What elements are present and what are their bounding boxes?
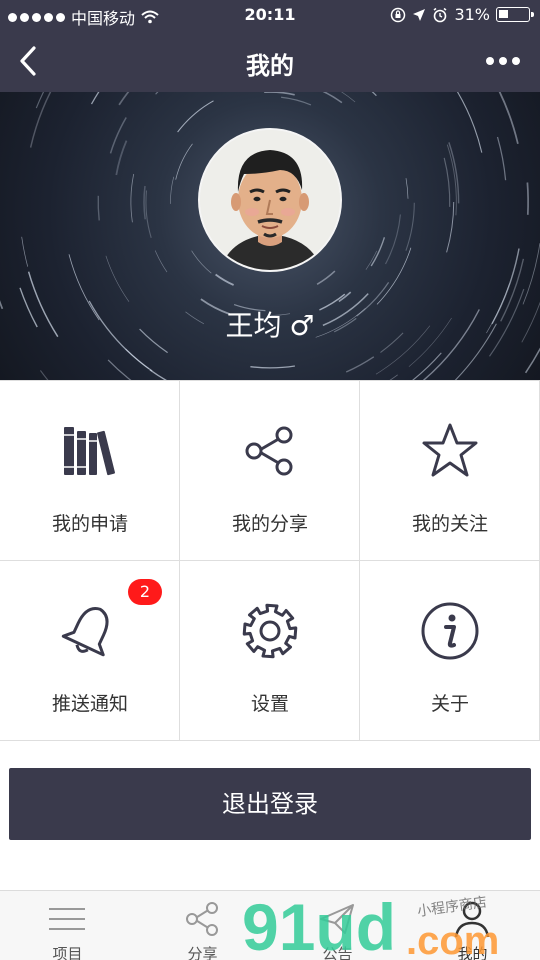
gear-hub — [259, 620, 281, 642]
star-trail — [0, 300, 4, 310]
battery-icon — [496, 7, 534, 22]
star-trail — [90, 92, 100, 105]
star-trail — [175, 143, 193, 180]
star-trail — [371, 92, 377, 97]
star-trail — [370, 237, 386, 267]
star-trail — [405, 178, 409, 199]
status-bar: 中国移动 20:11 31% — [0, 0, 540, 30]
top-bar: 中国移动 20:11 31% 我的 — [0, 0, 540, 92]
page-title: 我的 — [246, 52, 294, 80]
star-trail — [522, 243, 540, 305]
menu-item-my-follows[interactable]: 我的关注 — [360, 381, 540, 561]
star-trail — [39, 370, 49, 380]
star-trail — [443, 157, 451, 207]
star-trail — [250, 365, 295, 369]
books-icon — [64, 427, 115, 476]
menu-item-push-notifications[interactable]: 2 推送通知 — [0, 561, 180, 741]
star-trail — [316, 270, 336, 285]
star-trail — [376, 247, 412, 305]
star-trail — [21, 236, 29, 267]
more-button[interactable] — [486, 54, 522, 68]
status-right: 31% — [390, 5, 534, 24]
star-trail — [191, 250, 212, 274]
star-trail — [341, 92, 356, 103]
star-trail — [456, 92, 483, 153]
share-icon — [245, 426, 293, 476]
star-trail — [107, 359, 132, 380]
paper-plane-icon — [320, 904, 354, 934]
bell-icon — [61, 607, 109, 657]
star-trail — [149, 369, 167, 380]
tab-me[interactable]: 我的 — [405, 891, 540, 960]
star-trail — [215, 273, 234, 286]
star-trail — [155, 92, 159, 95]
star-trail — [384, 214, 401, 265]
menu-item-about[interactable]: 关于 — [360, 561, 540, 741]
menu-item-label: 设置 — [250, 693, 289, 715]
tab-label: 公告 — [322, 945, 353, 960]
avatar[interactable] — [198, 128, 342, 272]
more-dots-icon — [486, 57, 494, 65]
logout-button[interactable]: 退出登录 — [9, 768, 531, 840]
menu-item-label: 推送通知 — [51, 693, 128, 715]
share-icon — [186, 902, 218, 936]
tab-projects[interactable]: 项目 — [0, 891, 135, 960]
star-trail — [29, 92, 52, 148]
menu-lines-icon — [49, 908, 85, 930]
star-icon — [422, 423, 478, 477]
menu-item-label: 关于 — [430, 693, 469, 715]
battery-percent: 31% — [454, 5, 490, 24]
menu-item-label: 我的申请 — [51, 513, 128, 535]
profile-name: 王均 — [225, 309, 282, 342]
star-trail — [118, 92, 130, 106]
tab-label: 分享 — [187, 945, 218, 960]
star-trail — [170, 176, 174, 204]
profile-name-row: 王均 ♂ — [0, 304, 540, 344]
star-trail — [498, 92, 519, 145]
star-trail — [177, 100, 214, 133]
star-trail — [524, 347, 540, 374]
menu-item-label: 我的关注 — [411, 513, 488, 535]
profile-header: 王均 ♂ — [0, 92, 540, 380]
location-arrow-icon — [413, 8, 426, 21]
star-trail — [105, 255, 130, 302]
star-trail — [405, 202, 415, 251]
star-trail — [115, 140, 128, 176]
tab-bar: 项目 分享 公告 我的 — [0, 890, 540, 960]
star-trail — [526, 182, 529, 215]
star-trail — [345, 356, 375, 373]
star-trail — [145, 190, 152, 238]
nav-bar: 我的 — [0, 30, 540, 92]
gender-male-icon: ♂ — [289, 309, 315, 342]
menu-item-my-applications[interactable]: 我的申请 — [0, 381, 180, 561]
rotation-lock-icon — [391, 7, 406, 22]
tab-announcements[interactable]: 公告 — [270, 891, 405, 960]
tab-label: 项目 — [52, 945, 83, 960]
user-icon — [454, 901, 490, 938]
star-trail — [130, 173, 135, 223]
star-trail — [264, 92, 295, 96]
star-trail — [143, 185, 146, 220]
tab-share[interactable]: 分享 — [135, 891, 270, 960]
alarm-icon — [433, 7, 447, 22]
star-trail — [496, 136, 507, 181]
star-trail — [446, 201, 455, 253]
tab-label: 我的 — [457, 945, 488, 960]
gear-outline — [242, 603, 298, 659]
menu-item-settings[interactable]: 设置 — [180, 561, 360, 741]
menu-item-my-shares[interactable]: 我的分享 — [180, 381, 360, 561]
star-trail — [281, 96, 312, 106]
star-trail — [154, 250, 168, 273]
avatar-portrait — [200, 130, 340, 270]
gear-icon — [242, 603, 298, 659]
star-trail — [97, 195, 100, 221]
star-trail — [411, 352, 442, 380]
info-icon — [421, 602, 479, 660]
menu-grid: 我的申请 我的分享 我的关注 2 推送通知 设置 关于 — [0, 380, 540, 741]
notification-badge: 2 — [128, 579, 162, 605]
menu-item-label: 我的分享 — [231, 513, 308, 535]
star-trail — [35, 92, 45, 109]
